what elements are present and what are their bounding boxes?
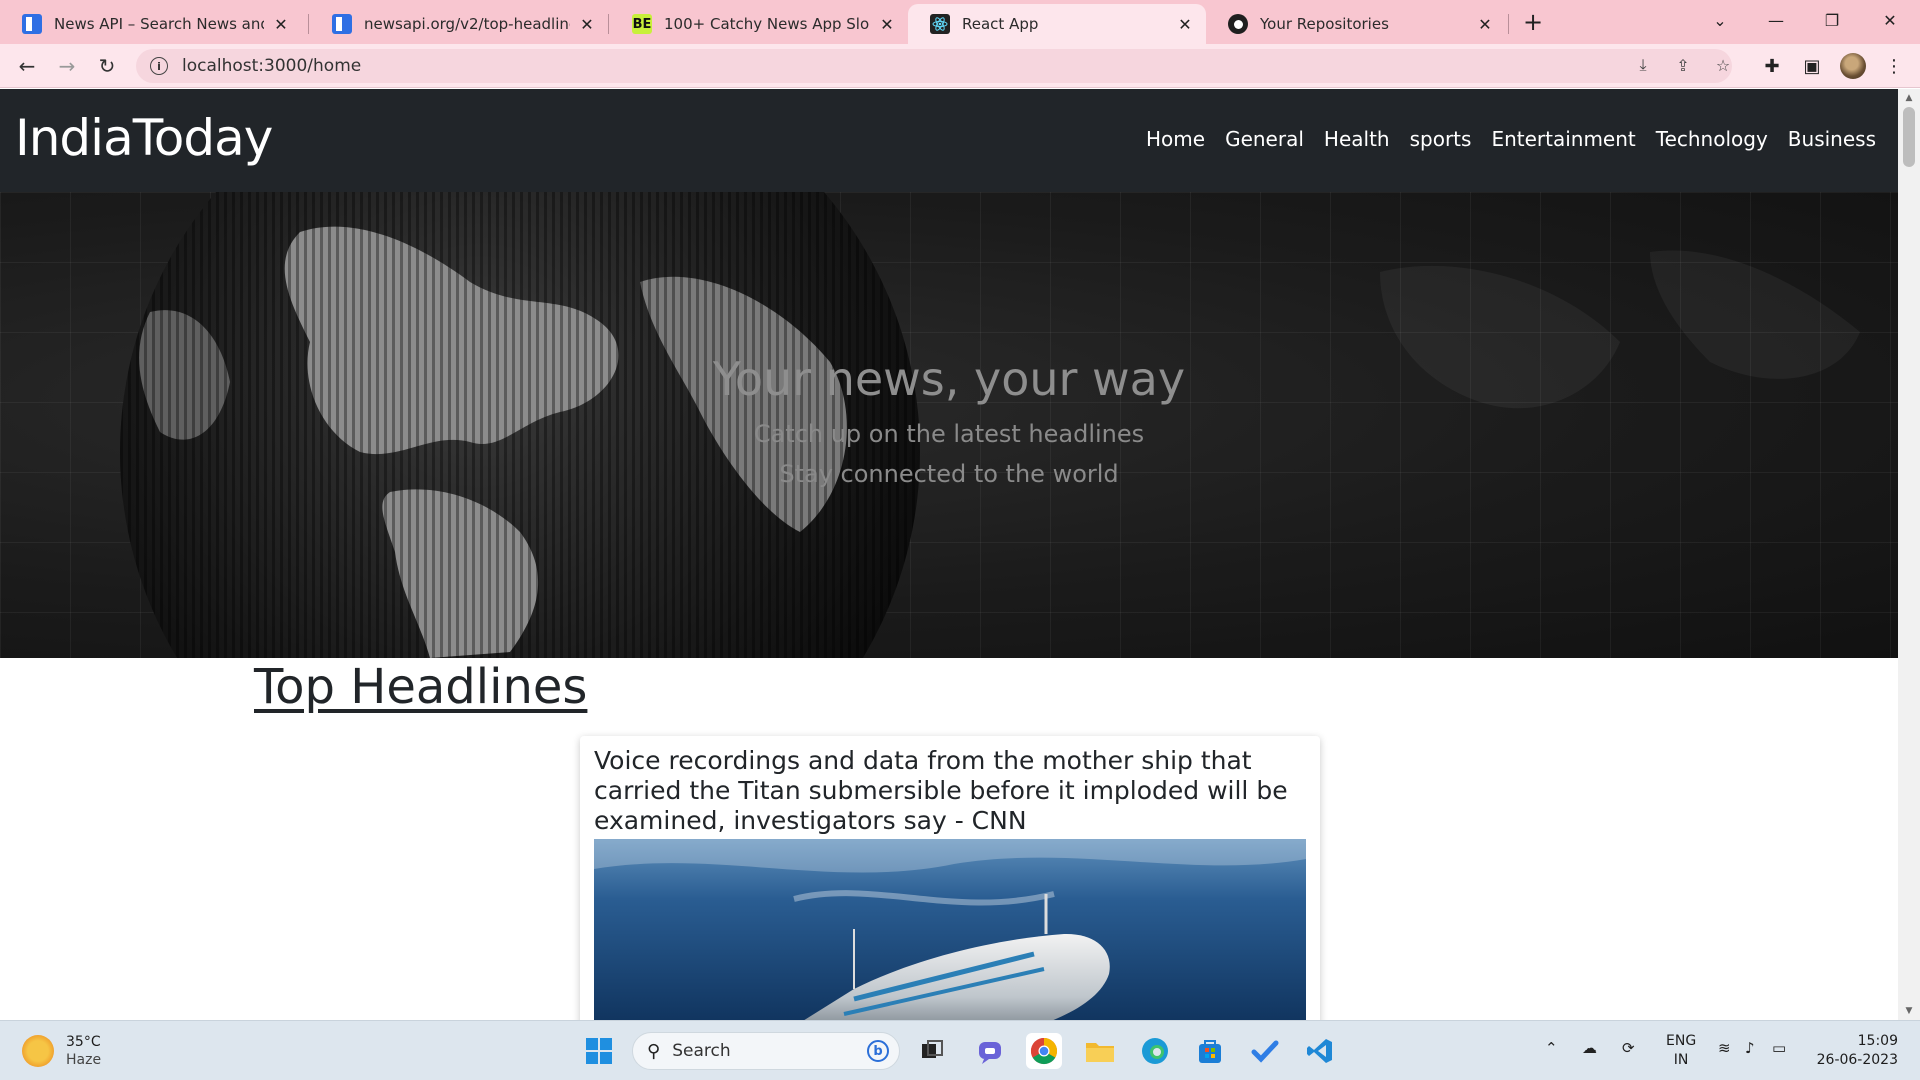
chrome-menu-icon[interactable]: ⋮ [1880,52,1908,80]
close-tab-icon[interactable]: ✕ [1174,13,1196,35]
weather-condition: Haze [66,1052,102,1068]
forward-arrow-icon[interactable]: → [53,52,81,80]
news-card-image[interactable] [594,839,1306,1020]
newsapi-favicon-icon [22,14,42,34]
file-explorer-icon[interactable] [1082,1033,1118,1069]
sync-icon[interactable]: ⟳ [1622,1039,1635,1057]
wifi-icon[interactable]: ≋ [1718,1039,1731,1057]
bing-icon[interactable]: b [867,1040,889,1062]
battery-icon[interactable]: ▭ [1772,1039,1786,1057]
hero-banner: Your news, your way Catch up on the late… [0,192,1898,658]
language-code: ENG [1666,1033,1697,1049]
browser-tab-strip: News API – Search News and Blog Articles… [0,0,1920,44]
tab-title: News API – Search News and Blog Articles… [54,15,264,33]
browser-tab-newsapi[interactable]: News API – Search News and Blog Articles… [0,4,302,44]
hero-title: Your news, your way [712,352,1186,406]
browser-tab-react-app[interactable]: React App ✕ [908,4,1206,44]
task-view-icon[interactable] [914,1033,950,1069]
side-panel-icon[interactable]: ▣ [1798,52,1826,80]
hero-subtitle-1: Catch up on the latest headlines [753,420,1145,448]
new-tab-button[interactable]: + [1519,8,1547,36]
system-clock[interactable]: 15:09 26-06-2023 [1812,1032,1898,1070]
tab-separator [308,14,309,34]
browser-tab-github[interactable]: Your Repositories ✕ [1206,4,1506,44]
page-scrollbar[interactable]: ▲ ▼ [1898,89,1920,1020]
news-card[interactable]: Voice recordings and data from the mothe… [580,736,1320,1020]
react-favicon-icon [930,14,950,34]
top-headlines-heading: Top Headlines [254,659,588,715]
nav-link-health[interactable]: Health [1324,127,1390,151]
volume-icon[interactable]: ♪ [1745,1039,1755,1057]
browser-tab-slogans[interactable]: BE 100+ Catchy News App Slogans and Tagl… [610,4,908,44]
windows-taskbar: 35°C Haze ⚲ Search b ⌃ ☁ ⟳ ENG IN ≋ ♪ ▭ [0,1020,1920,1080]
show-hidden-icons-chevron-icon[interactable]: ⌃ [1545,1039,1558,1057]
close-tab-icon[interactable]: ✕ [270,13,292,35]
taskbar-search[interactable]: ⚲ Search b [632,1032,900,1070]
site-navbar: IndiaToday Home General Health sports En… [0,89,1898,192]
clock-date: 26-06-2023 [1816,1052,1898,1068]
browser-tab-newsapi-json[interactable]: newsapi.org/v2/top-headlines?country=in … [310,4,608,44]
todo-check-icon[interactable] [1247,1033,1283,1069]
region-code: IN [1673,1052,1689,1068]
windows-start-icon[interactable] [581,1033,617,1069]
scroll-up-arrow-icon[interactable]: ▲ [1903,92,1915,104]
close-tab-icon[interactable]: ✕ [1474,13,1496,35]
news-card-title[interactable]: Voice recordings and data from the mothe… [594,746,1306,836]
weather-widget[interactable]: 35°C Haze [22,1033,101,1069]
be-favicon-icon: BE [632,14,652,34]
edge-browser-icon[interactable] [1137,1033,1173,1069]
tab-title: Your Repositories [1260,15,1389,33]
share-icon[interactable]: ⇪ [1670,52,1696,78]
extensions-puzzle-icon[interactable]: ✚ [1758,52,1786,80]
reload-icon[interactable]: ↻ [93,52,121,80]
nav-link-entertainment[interactable]: Entertainment [1491,127,1635,151]
tab-search-chevron-icon[interactable]: ⌄ [1692,0,1748,40]
page-viewport: IndiaToday Home General Health sports En… [0,89,1898,1020]
nav-link-sports[interactable]: sports [1410,127,1472,151]
nav-link-business[interactable]: Business [1788,127,1876,151]
github-favicon-icon [1228,14,1248,34]
minimize-window-icon[interactable]: — [1748,0,1804,40]
onedrive-error-icon[interactable]: ☁ [1582,1039,1597,1057]
scroll-down-arrow-icon[interactable]: ▼ [1903,1005,1915,1017]
site-info-icon[interactable]: i [150,57,168,75]
tab-title: 100+ Catchy News App Slogans and Tagline… [664,15,870,33]
back-arrow-icon[interactable]: ← [13,52,41,80]
microsoft-store-icon[interactable] [1192,1033,1228,1069]
restore-window-icon[interactable]: ❐ [1804,0,1860,40]
close-window-icon[interactable]: ✕ [1862,0,1918,40]
site-brand[interactable]: IndiaToday [15,109,273,167]
tab-separator [1508,14,1509,34]
weather-temp: 35°C [66,1034,101,1050]
scrollbar-thumb[interactable] [1903,107,1915,167]
bookmark-star-icon[interactable]: ☆ [1710,52,1736,78]
tab-separator [608,14,609,34]
teams-chat-icon[interactable] [972,1033,1008,1069]
close-tab-icon[interactable]: ✕ [576,13,598,35]
nav-link-technology[interactable]: Technology [1656,127,1768,151]
nav-link-home[interactable]: Home [1146,127,1205,151]
language-indicator[interactable]: ENG IN [1666,1032,1696,1070]
clock-time: 15:09 [1857,1033,1898,1049]
search-icon: ⚲ [647,1040,661,1062]
url-text[interactable]: localhost:3000/home [182,56,361,76]
tab-title: React App [962,15,1039,33]
taskbar-search-label: Search [672,1041,731,1061]
nav-links: Home General Health sports Entertainment… [1146,127,1876,151]
address-bar[interactable]: i localhost:3000/home [136,49,1732,83]
sun-haze-icon [22,1035,54,1067]
chrome-taskbar-icon[interactable] [1026,1033,1062,1069]
newsapi-favicon-icon [332,14,352,34]
vscode-icon[interactable] [1302,1033,1338,1069]
profile-avatar[interactable] [1840,53,1866,79]
install-app-icon[interactable]: ⤓ [1630,52,1656,78]
close-tab-icon[interactable]: ✕ [876,13,898,35]
tab-title: newsapi.org/v2/top-headlines?country=in [364,15,570,33]
hero-subtitle-2: Stay connected to the world [779,460,1119,488]
browser-toolbar: ← → ↻ i localhost:3000/home ⤓ ⇪ ☆ ✚ ▣ ⋮ [0,44,1920,88]
nav-link-general[interactable]: General [1225,127,1304,151]
submersible-image [594,839,1306,1020]
